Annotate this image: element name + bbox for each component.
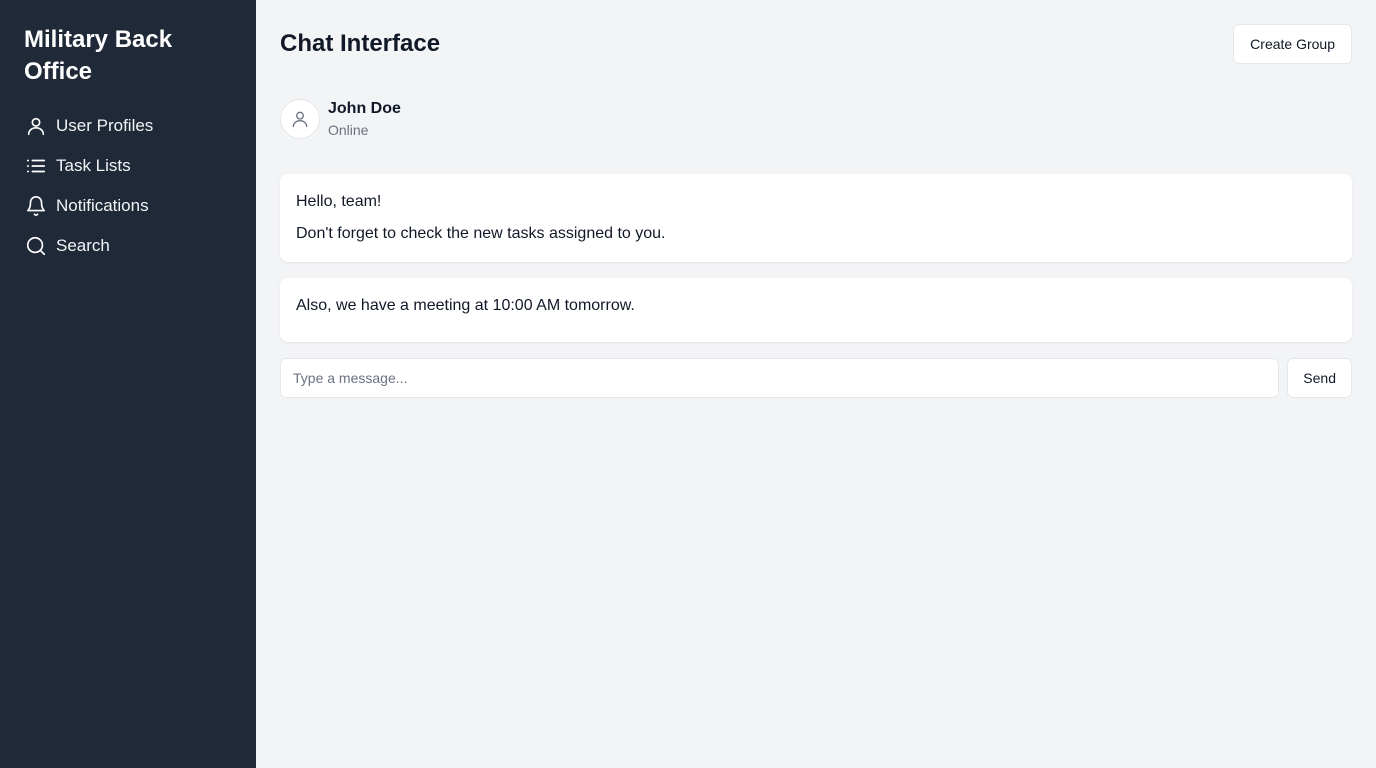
contact-info: John Doe Online xyxy=(328,98,401,140)
create-group-button[interactable]: Create Group xyxy=(1233,24,1352,64)
bell-icon xyxy=(24,194,48,218)
search-icon xyxy=(24,234,48,258)
sidebar-item-label: Search xyxy=(56,236,110,255)
message-card: Hello, team! Don't forget to check the n… xyxy=(280,174,1352,262)
list-icon xyxy=(24,154,48,178)
message-text: Also, we have a meeting at 10:00 AM tomo… xyxy=(296,297,635,314)
sidebar-item-search[interactable]: Search xyxy=(24,226,232,266)
sidebar-item-label: Task Lists xyxy=(56,156,131,175)
contact-status: Online xyxy=(328,122,369,138)
message-card: Also, we have a meeting at 10:00 AM tomo… xyxy=(280,278,1352,342)
chat-contact: John Doe Online xyxy=(280,98,1352,140)
sidebar: Military Back Office User Profiles Task … xyxy=(0,0,256,768)
page-title: Chat Interface xyxy=(280,30,441,57)
sidebar-item-user-profiles[interactable]: User Profiles xyxy=(24,106,232,146)
contact-name: John Doe xyxy=(328,100,401,117)
page-header: Chat Interface Create Group xyxy=(280,24,1352,64)
main-content: Chat Interface Create Group John Doe Onl… xyxy=(256,0,1376,768)
user-icon xyxy=(24,114,48,138)
message-text: Hello, team! xyxy=(296,193,382,210)
sidebar-item-notifications[interactable]: Notifications xyxy=(24,186,232,226)
app-title: Military Back Office xyxy=(24,26,173,85)
sidebar-item-task-lists[interactable]: Task Lists xyxy=(24,146,232,186)
send-button[interactable]: Send xyxy=(1287,358,1352,398)
message-input[interactable] xyxy=(280,358,1280,398)
avatar xyxy=(280,99,320,139)
sidebar-nav: User Profiles Task Lists Notifications S… xyxy=(24,106,232,266)
message-composer: Send xyxy=(280,358,1352,398)
message-text: Don't forget to check the new tasks assi… xyxy=(296,225,666,242)
sidebar-item-label: User Profiles xyxy=(56,116,154,135)
sidebar-item-label: Notifications xyxy=(56,196,149,215)
user-icon xyxy=(292,111,308,128)
